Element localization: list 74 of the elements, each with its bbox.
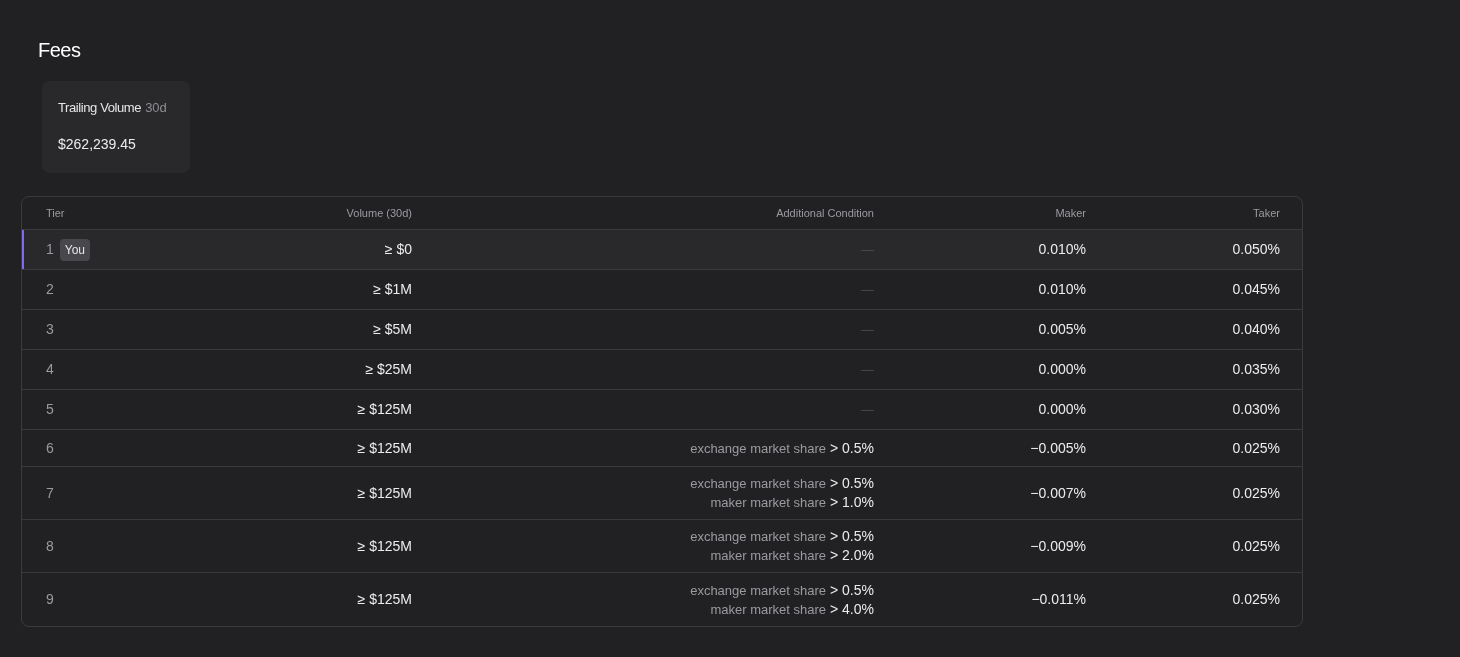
volume-cell-text: ≥ $0 (384, 240, 412, 259)
tier-row[interactable]: 1 You ≥ $0 — 0.010% 0.050% (22, 230, 1302, 270)
volume-period: 30d (145, 100, 167, 116)
volume-cell-text: ≥ $1M (373, 280, 412, 299)
condition-value: > 0.5% (830, 580, 874, 599)
maker-fee: −0.009% (1030, 536, 1086, 556)
condition-value: > 0.5% (830, 527, 874, 545)
volume-label: Trailing Volume (58, 100, 142, 116)
tier-number: 2 (46, 280, 54, 299)
condition-label: exchange market share (690, 581, 826, 600)
taker-fee: 0.025% (1232, 483, 1280, 503)
volume-cell-text: ≥ $125M (357, 536, 412, 556)
column-header: Additional Condition (776, 205, 874, 221)
condition-label: maker market share (710, 547, 826, 565)
volume-value: $262,239.45 (58, 136, 136, 152)
condition-value: > 0.5% (830, 438, 874, 457)
volume-cell-text: ≥ $5M (373, 320, 412, 339)
condition-label: exchange market share (690, 439, 826, 458)
maker-fee: −0.011% (1031, 590, 1086, 609)
taker-fee: 0.035% (1232, 360, 1280, 379)
tier-row[interactable]: 5 ≥ $125M — 0.000% 0.030% (22, 390, 1302, 430)
condition-label: maker market share (710, 600, 826, 619)
condition-value: > 1.0% (830, 493, 874, 511)
maker-fee: −0.007% (1030, 483, 1086, 503)
empty-condition: — (861, 360, 874, 379)
condition-value: > 0.5% (830, 474, 874, 492)
maker-fee: 0.010% (1038, 240, 1086, 259)
tier-number: 5 (46, 400, 54, 419)
maker-fee: 0.000% (1038, 400, 1086, 419)
volume-cell-text: ≥ $125M (357, 483, 412, 503)
tier-row[interactable]: 3 ≥ $5M — 0.005% 0.040% (22, 310, 1302, 350)
column-header: Volume (30d) (346, 205, 412, 221)
page-title: Fees (38, 38, 81, 62)
empty-condition: — (861, 240, 874, 259)
volume-cell-text: ≥ $125M (357, 400, 412, 419)
tier-row[interactable]: 6 ≥ $125M exchange market share > 0.5% −0.005% 0.025% (22, 430, 1302, 467)
maker-fee: −0.005% (1030, 438, 1086, 458)
column-header: Tier (46, 205, 65, 221)
tier-number: 4 (46, 360, 54, 379)
taker-fee: 0.050% (1232, 240, 1280, 259)
tier-number: 3 (46, 320, 54, 339)
volume-cell-text: ≥ $25M (365, 360, 412, 379)
taker-fee: 0.040% (1232, 320, 1280, 339)
taker-fee: 0.030% (1232, 400, 1280, 419)
tier-row[interactable]: 9 ≥ $125M exchange market share > 0.5% maker market share > 4.0% −0.011% 0.025% (22, 573, 1302, 626)
condition-label: exchange market share (690, 528, 826, 546)
taker-fee: 0.025% (1232, 438, 1280, 458)
column-header: Taker (1253, 205, 1280, 221)
taker-fee: 0.025% (1232, 590, 1280, 609)
condition-label: exchange market share (690, 475, 826, 493)
empty-condition: — (861, 280, 874, 299)
tier-number: 9 (46, 590, 54, 609)
volume-cell-text: ≥ $125M (357, 438, 412, 458)
empty-condition: — (861, 320, 874, 339)
column-header: Maker (1055, 205, 1086, 221)
you-badge: You (59, 238, 91, 261)
tier-row[interactable]: 7 ≥ $125M exchange market share > 0.5% maker market share > 1.0% −0.007% 0.025% (22, 467, 1302, 520)
volume-cell-text: ≥ $125M (357, 590, 412, 609)
empty-condition: — (861, 400, 874, 419)
condition-value: > 2.0% (830, 546, 874, 564)
condition-value: > 4.0% (830, 599, 874, 618)
tier-number: 8 (46, 536, 54, 556)
taker-fee: 0.045% (1232, 280, 1280, 299)
tier-row[interactable]: 8 ≥ $125M exchange market share > 0.5% maker market share > 2.0% −0.009% 0.025% (22, 520, 1302, 573)
condition-label: maker market share (710, 494, 826, 512)
maker-fee: 0.010% (1038, 280, 1086, 299)
maker-fee: 0.000% (1038, 360, 1086, 379)
tier-row[interactable]: 2 ≥ $1M — 0.010% 0.045% (22, 270, 1302, 310)
taker-fee: 0.025% (1232, 536, 1280, 556)
tier-number: 1 (46, 240, 54, 259)
tier-number: 6 (46, 438, 54, 458)
maker-fee: 0.005% (1038, 320, 1086, 339)
tier-row[interactable]: 4 ≥ $25M — 0.000% 0.035% (22, 350, 1302, 390)
tier-number: 7 (46, 483, 54, 503)
